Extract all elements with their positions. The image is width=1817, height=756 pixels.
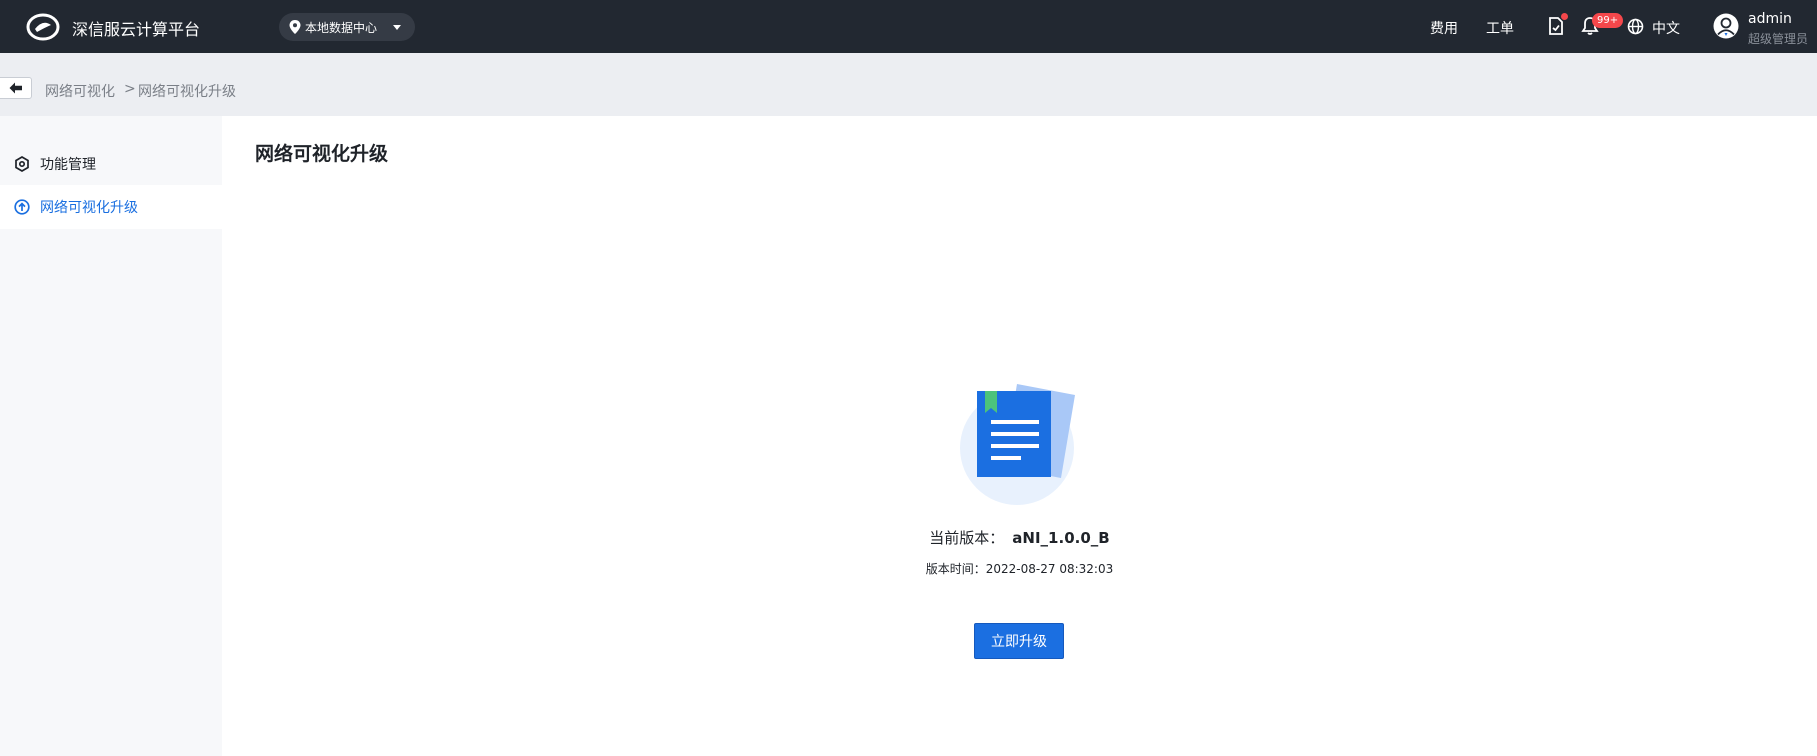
user-role: 超级管理员 [1748,32,1809,46]
back-button[interactable] [0,77,32,99]
breadcrumb-item-network-visualization[interactable]: 网络可视化 [45,81,115,101]
upgrade-now-button[interactable]: 立即升级 [974,623,1064,659]
breadcrumb-separator: > [124,81,136,97]
sidebar-item-feature-management[interactable]: 功能管理 [0,142,222,186]
page-title: 网络可视化升级 [255,143,389,165]
upgrade-arrow-icon [14,199,30,215]
document-notification-dot [1561,13,1568,20]
chevron-down-icon [393,25,401,30]
top-bar: 深信服云计算平台 本地数据中心 费用 工单 99+ 中文 admin 超级管理员 [0,0,1817,53]
globe-icon[interactable] [1627,18,1644,35]
current-version: 当前版本： aNI_1.0.0_B [0,527,1817,548]
user-avatar-icon[interactable] [1713,13,1739,39]
sidebar-item-label: 功能管理 [40,157,96,173]
nav-fee[interactable]: 费用 [1430,18,1458,38]
version-value: aNI_1.0.0_B [1012,529,1110,547]
user-name[interactable]: admin [1748,11,1792,27]
language-switch[interactable]: 中文 [1652,18,1680,38]
notification-badge: 99+ [1592,13,1624,28]
datacenter-label: 本地数据中心 [305,20,378,35]
sidebar-item-network-visualization-upgrade[interactable]: 网络可视化升级 [0,185,222,229]
document-illustration-icon [960,384,1075,505]
brand-name[interactable]: 深信服云计算平台 [72,16,200,40]
version-label: 当前版本： [929,529,1005,547]
hexagon-settings-icon [15,156,29,172]
breadcrumb-item-current: 网络可视化升级 [138,84,236,100]
breadcrumb: 网络可视化 > 网络可视化升级 [0,53,1817,116]
location-pin-icon [289,20,301,34]
arrow-left-icon [9,82,22,94]
nav-ticket[interactable]: 工单 [1486,18,1514,38]
datacenter-select[interactable]: 本地数据中心 [279,13,415,41]
brand-logo-icon[interactable] [26,13,60,41]
sidebar-item-label: 网络可视化升级 [40,200,138,216]
version-time: 版本时间：2022-08-27 08:32:03 [925,562,1114,576]
